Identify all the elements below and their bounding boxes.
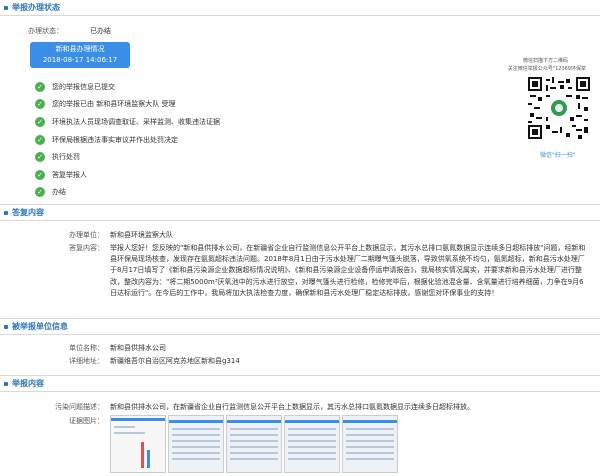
check-icon: ✓ <box>35 152 45 163</box>
reply-unit-value: 新和县环境监察大队 <box>110 231 173 239</box>
status-box-time: 2018-08-17 14:06:17 <box>42 56 118 64</box>
section-title-text: 举报内容 <box>12 379 44 388</box>
unit-name-label: 单位名称： <box>69 344 104 352</box>
check-icon: ✓ <box>35 134 45 145</box>
qr-code-icon <box>528 77 590 139</box>
evidence-images <box>110 415 398 473</box>
evidence-image-thumbnail[interactable] <box>110 415 166 473</box>
section-title-text: 被举报单位信息 <box>12 322 68 331</box>
timeline-item: ✓ 您的举报信息已提交 <box>35 78 220 96</box>
timeline-text: 环保局根据违法事实审议并作出处罚决定 <box>52 135 178 144</box>
qr-caption-1: 微信扫描下方二维码 <box>522 58 568 64</box>
timeline-text: 办结 <box>52 188 66 197</box>
evidence-image-thumbnail[interactable] <box>342 415 398 473</box>
section-marker-icon <box>4 381 8 386</box>
status-box: 新和县办理情况 2018-08-17 14:06:17 <box>30 42 130 68</box>
section-title-report: 举报内容 <box>4 378 44 389</box>
divider <box>0 391 600 392</box>
unit-address-value: 新疆维吾尔自治区阿克苏地区新和县g314 <box>110 357 240 365</box>
timeline-text: 您的举报已由 新和县环境监察大队 受理 <box>52 100 176 109</box>
timeline-item: ✓ 执行处罚 <box>35 148 220 166</box>
section-title-reply: 答复内容 <box>4 207 44 218</box>
divider <box>0 334 600 335</box>
timeline-item: ✓ 环保局根据违法事实审议并作出处罚决定 <box>35 131 220 149</box>
qr-scan-link[interactable]: 微信"扫一扫" <box>540 150 576 159</box>
status-box-title: 新和县办理情况 <box>55 45 105 53</box>
divider <box>0 318 600 319</box>
reply-content-text: 举报人您好！您反映的"新和县供排水公司，在新疆省企业自行监测信息公开平台上数据显… <box>110 244 586 297</box>
qr-caption-2: 关注微信举报公众号"12369环保举 <box>507 66 586 72</box>
section-title-processing: 举报办理状态 <box>4 2 60 13</box>
divider <box>0 220 600 221</box>
evidence-image-thumbnail[interactable] <box>284 415 340 473</box>
section-title-text: 举报办理状态 <box>12 3 60 12</box>
check-icon: ✓ <box>35 99 45 110</box>
unit-name-value: 新和县供排水公司 <box>110 344 166 352</box>
report-desc-value: 新和县供排水公司，在新疆省企业自行监测信息公开平台上数据显示，其污水总排口氨氮数… <box>110 403 474 411</box>
timeline-item: ✓ 答复举报人 <box>35 166 220 184</box>
unit-address-label: 详细地址： <box>69 357 104 365</box>
timeline-item: ✓ 环境执法人员现场调查取证、采样监测、收集违法证据 <box>35 113 220 131</box>
divider <box>0 375 600 376</box>
check-icon: ✓ <box>35 116 45 127</box>
divider <box>0 204 600 205</box>
progress-timeline: ✓ 您的举报信息已提交 ✓ 您的举报已由 新和县环境监察大队 受理 ✓ 环境执法人员现… <box>35 78 220 201</box>
divider <box>0 15 600 16</box>
section-marker-icon <box>4 324 8 329</box>
section-title-reported-unit: 被举报单位信息 <box>4 321 68 332</box>
timeline-item: ✓ 您的举报已由 新和县环境监察大队 受理 <box>35 96 220 114</box>
status-label: 办理状态： <box>28 27 63 35</box>
reply-unit-label: 办理单位： <box>69 231 104 239</box>
section-marker-icon <box>4 5 8 10</box>
reply-content-label: 答复内容： <box>69 244 104 252</box>
timeline-item: ✓ 办结 <box>35 184 220 202</box>
timeline-text: 答复举报人 <box>52 170 87 179</box>
status-value: 已办结 <box>90 27 111 35</box>
section-title-text: 答复内容 <box>12 208 44 217</box>
check-icon: ✓ <box>35 187 45 198</box>
timeline-text: 环境执法人员现场调查取证、采样监测、收集违法证据 <box>52 117 220 126</box>
evidence-image-thumbnail[interactable] <box>226 415 282 473</box>
timeline-text: 您的举报信息已提交 <box>52 82 115 91</box>
report-desc-label: 污染问题描述： <box>55 403 104 411</box>
timeline-text: 执行处罚 <box>52 153 80 162</box>
check-icon: ✓ <box>35 81 45 92</box>
check-icon: ✓ <box>35 169 45 180</box>
section-marker-icon <box>4 210 8 215</box>
report-images-label: 证据图片： <box>69 417 104 425</box>
evidence-image-thumbnail[interactable] <box>168 415 224 473</box>
